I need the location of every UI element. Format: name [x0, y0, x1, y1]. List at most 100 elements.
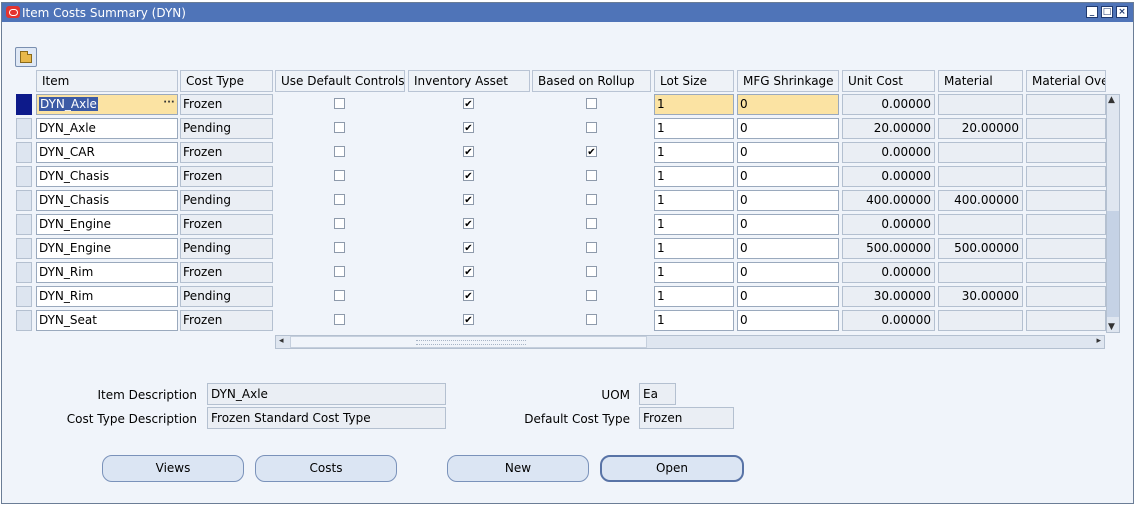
column-header[interactable]: Lot Size — [654, 70, 734, 92]
unit-cost-field[interactable]: 0.00000 — [842, 214, 935, 235]
material-field[interactable] — [938, 214, 1023, 235]
column-header[interactable]: Inventory Asset — [408, 70, 530, 92]
material-field[interactable] — [938, 262, 1023, 283]
lot-size-field[interactable]: 1 — [654, 190, 734, 211]
cost-type-field[interactable]: Frozen — [180, 262, 273, 283]
maximize-icon[interactable]: □ — [1101, 6, 1113, 18]
mfg-shrinkage-field[interactable]: 0 — [737, 190, 839, 211]
item-description-field[interactable]: DYN_Axle — [207, 383, 446, 405]
based-on-rollup-checkbox[interactable] — [586, 98, 597, 109]
row-indicator[interactable] — [16, 238, 32, 259]
material-overhead-field[interactable] — [1026, 262, 1106, 283]
item-field[interactable]: DYN_Chasis — [36, 190, 178, 211]
item-field[interactable]: DYN_Engine — [36, 238, 178, 259]
column-header[interactable]: Cost Type — [180, 70, 273, 92]
lot-size-field[interactable]: 1 — [654, 310, 734, 331]
column-header[interactable]: Unit Cost — [842, 70, 935, 92]
scroll-left-icon[interactable]: ◂ — [279, 336, 284, 346]
default-cost-type-field[interactable]: Frozen — [639, 407, 734, 429]
use-default-checkbox[interactable] — [334, 122, 345, 133]
based-on-rollup-checkbox[interactable] — [586, 266, 597, 277]
material-overhead-field[interactable] — [1026, 166, 1106, 187]
use-default-checkbox[interactable] — [334, 194, 345, 205]
row-indicator[interactable] — [16, 214, 32, 235]
unit-cost-field[interactable]: 0.00000 — [842, 310, 935, 331]
mfg-shrinkage-field[interactable]: 0 — [737, 286, 839, 307]
use-default-checkbox[interactable] — [334, 170, 345, 181]
item-field[interactable]: DYN_Rim — [36, 262, 178, 283]
based-on-rollup-checkbox[interactable] — [586, 314, 597, 325]
inventory-asset-checkbox[interactable] — [463, 242, 474, 253]
based-on-rollup-checkbox[interactable] — [586, 146, 597, 157]
unit-cost-field[interactable]: 0.00000 — [842, 166, 935, 187]
unit-cost-field[interactable]: 0.00000 — [842, 142, 935, 163]
use-default-checkbox[interactable] — [334, 290, 345, 301]
close-icon[interactable]: × — [1116, 6, 1128, 18]
material-field[interactable]: 20.00000 — [938, 118, 1023, 139]
minimize-icon[interactable]: _ — [1086, 6, 1098, 18]
costs-button[interactable]: Costs — [255, 455, 397, 482]
based-on-rollup-checkbox[interactable] — [586, 242, 597, 253]
column-header[interactable]: Item — [36, 70, 178, 92]
material-overhead-field[interactable] — [1026, 310, 1106, 331]
unit-cost-field[interactable]: 400.00000 — [842, 190, 935, 211]
material-overhead-field[interactable] — [1026, 142, 1106, 163]
unit-cost-field[interactable]: 0.00000 — [842, 262, 935, 283]
mfg-shrinkage-field[interactable]: 0 — [737, 310, 839, 331]
cost-type-field[interactable]: Frozen — [180, 94, 273, 115]
item-field[interactable]: DYN_Chasis — [36, 166, 178, 187]
cost-type-field[interactable]: Pending — [180, 238, 273, 259]
vertical-scroll-thumb[interactable] — [1107, 211, 1119, 317]
based-on-rollup-checkbox[interactable] — [586, 218, 597, 229]
column-header[interactable]: Material Over — [1026, 70, 1106, 92]
cost-type-field[interactable]: Frozen — [180, 214, 273, 235]
inventory-asset-checkbox[interactable] — [463, 122, 474, 133]
mfg-shrinkage-field[interactable]: 0 — [737, 214, 839, 235]
unit-cost-field[interactable]: 500.00000 — [842, 238, 935, 259]
lot-size-field[interactable]: 1 — [654, 166, 734, 187]
mfg-shrinkage-field[interactable]: 0 — [737, 142, 839, 163]
material-overhead-field[interactable] — [1026, 238, 1106, 259]
row-indicator[interactable] — [16, 142, 32, 163]
inventory-asset-checkbox[interactable] — [463, 314, 474, 325]
column-header[interactable]: Based on Rollup — [532, 70, 651, 92]
item-field[interactable]: DYN_Rim — [36, 286, 178, 307]
lot-size-field[interactable]: 1 — [654, 286, 734, 307]
lot-size-field[interactable]: 1 — [654, 214, 734, 235]
open-button[interactable]: Open — [600, 455, 744, 482]
cost-type-field[interactable]: Frozen — [180, 142, 273, 163]
use-default-checkbox[interactable] — [334, 266, 345, 277]
material-field[interactable] — [938, 310, 1023, 331]
title-bar[interactable]: Item Costs Summary (DYN) _ □ × — [2, 3, 1133, 22]
material-field[interactable] — [938, 142, 1023, 163]
cost-type-field[interactable]: Frozen — [180, 166, 273, 187]
material-overhead-field[interactable] — [1026, 286, 1106, 307]
use-default-checkbox[interactable] — [334, 146, 345, 157]
column-header[interactable]: Material — [938, 70, 1023, 92]
column-header[interactable]: Use Default Controls — [275, 70, 405, 92]
unit-cost-field[interactable]: 0.00000 — [842, 94, 935, 115]
cost-type-field[interactable]: Frozen — [180, 310, 273, 331]
mfg-shrinkage-field[interactable]: 0 — [737, 118, 839, 139]
unit-cost-field[interactable]: 20.00000 — [842, 118, 935, 139]
material-field[interactable]: 400.00000 — [938, 190, 1023, 211]
mfg-shrinkage-field[interactable]: 0 — [737, 262, 839, 283]
list-of-values-icon[interactable]: ··· — [163, 97, 175, 112]
scroll-down-icon[interactable]: ▼ — [1108, 322, 1115, 332]
material-field[interactable]: 500.00000 — [938, 238, 1023, 259]
material-overhead-field[interactable] — [1026, 118, 1106, 139]
material-field[interactable] — [938, 94, 1023, 115]
based-on-rollup-checkbox[interactable] — [586, 290, 597, 301]
based-on-rollup-checkbox[interactable] — [586, 122, 597, 133]
uom-field[interactable]: Ea — [639, 383, 676, 405]
new-button[interactable]: New — [447, 455, 589, 482]
material-overhead-field[interactable] — [1026, 214, 1106, 235]
row-indicator[interactable] — [16, 262, 32, 283]
material-overhead-field[interactable] — [1026, 94, 1106, 115]
row-indicator[interactable] — [16, 166, 32, 187]
use-default-checkbox[interactable] — [334, 98, 345, 109]
item-field[interactable]: DYN_CAR — [36, 142, 178, 163]
inventory-asset-checkbox[interactable] — [463, 98, 474, 109]
views-button[interactable]: Views — [102, 455, 244, 482]
inventory-asset-checkbox[interactable] — [463, 290, 474, 301]
